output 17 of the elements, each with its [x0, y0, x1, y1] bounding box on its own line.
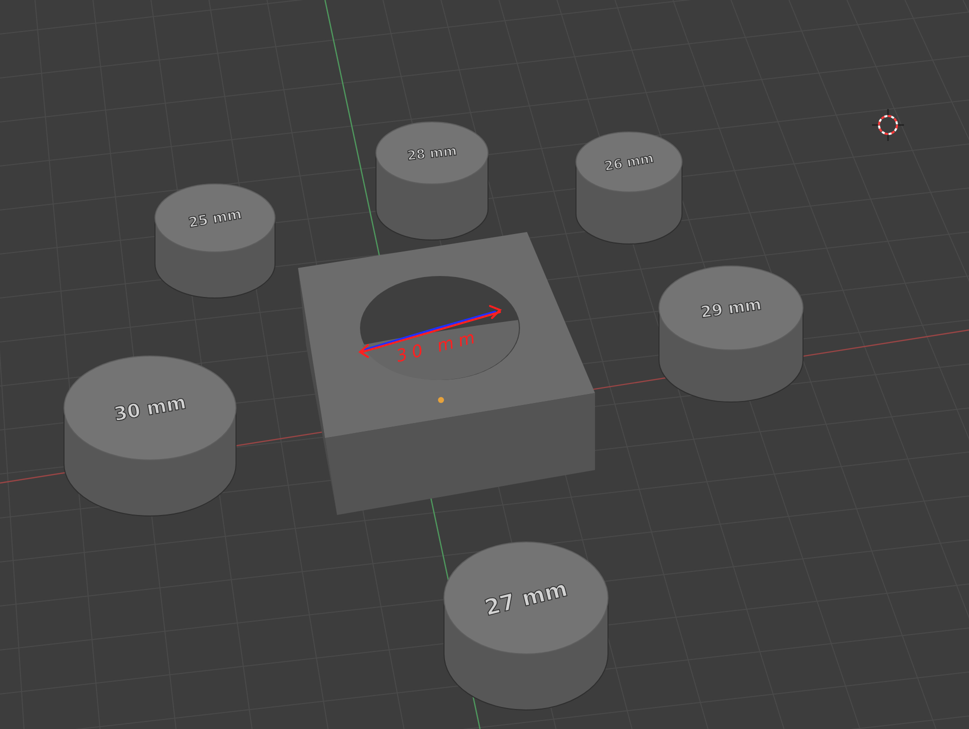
3d-viewport[interactable]: 30 mm 28 mm 26 mm 25 mm 29 mm 30 mm 27 mm: [0, 0, 969, 729]
cylinder-drawing[interactable]: [154, 184, 276, 298]
cylinder-drawing[interactable]: [64, 356, 236, 516]
cylinder-label: 28 mm: [406, 144, 458, 164]
box-drawing[interactable]: [298, 232, 595, 515]
cylinder-label: 26 mm: [603, 151, 655, 175]
cylinder-drawing[interactable]: [576, 132, 682, 244]
origin-dot-icon: [438, 397, 444, 403]
annotation-text: 30 mm: [394, 326, 482, 367]
cylinder-label: 25 mm: [187, 206, 243, 232]
cylinder-label: 27 mm: [482, 576, 570, 622]
cylinder-drawing[interactable]: [658, 266, 804, 402]
cylinder-label: 30 mm: [112, 392, 188, 426]
cylinder-drawing[interactable]: [444, 542, 608, 710]
cylinder-drawing[interactable]: [376, 122, 488, 240]
cylinder-label: 29 mm: [699, 294, 763, 322]
3d-cursor-icon[interactable]: [872, 109, 904, 141]
